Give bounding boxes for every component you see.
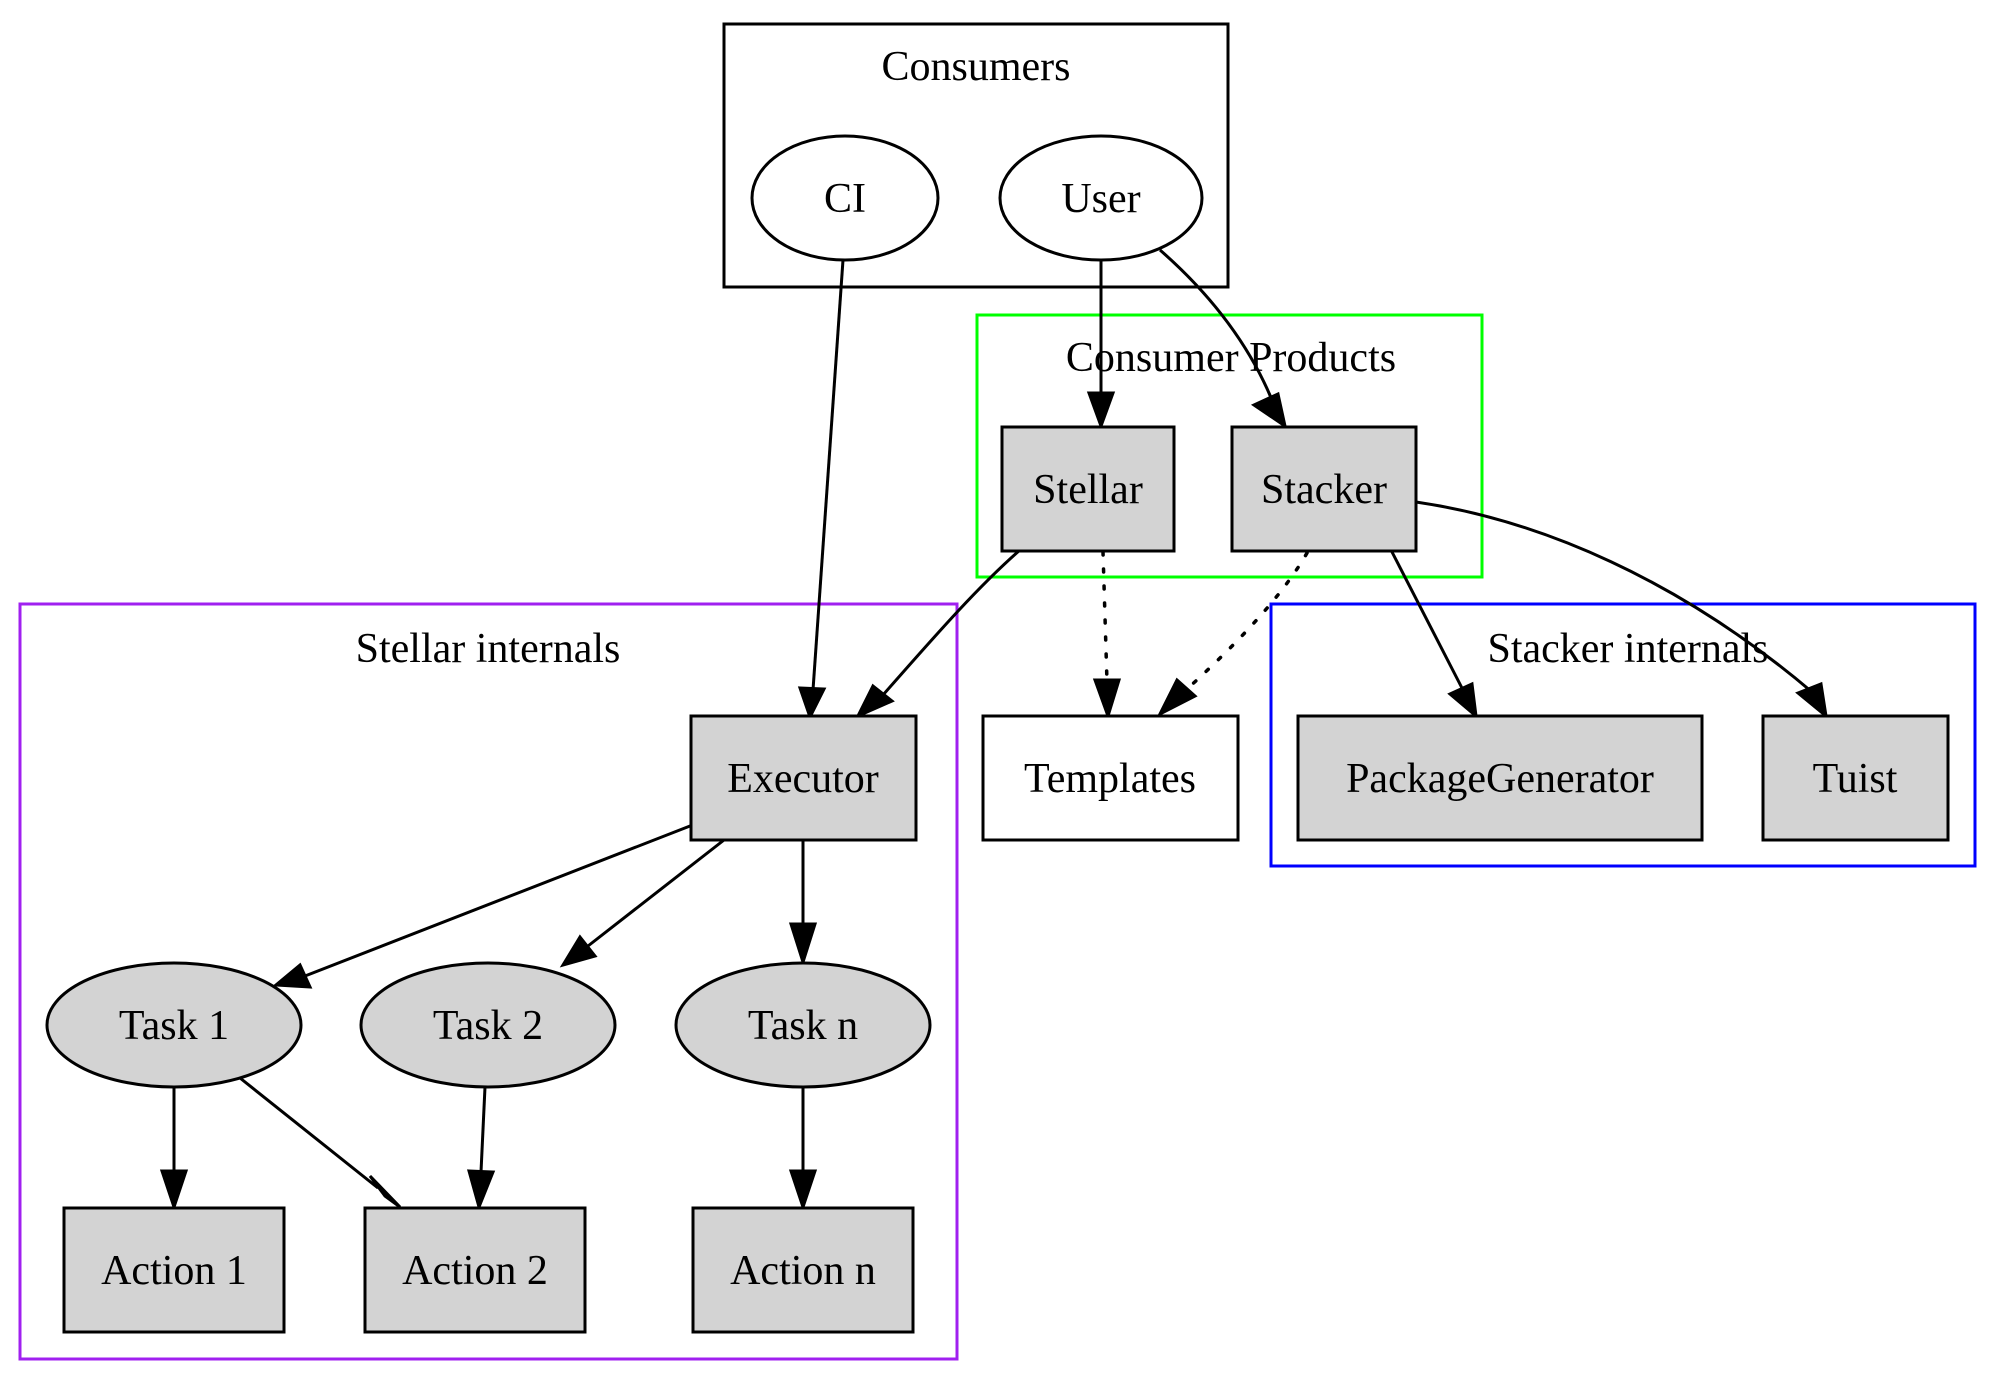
arrowhead-icon <box>1795 681 1829 720</box>
node-stellar[interactable]: Stellar <box>1000 425 1176 553</box>
node-label-action2: Action 2 <box>402 1248 548 1294</box>
node-executor[interactable]: Executor <box>689 714 918 842</box>
node-label-ci: CI <box>824 176 866 222</box>
arrowhead-icon <box>368 1174 402 1209</box>
edge-ci-executor <box>811 259 845 691</box>
arrowhead-icon <box>272 962 313 989</box>
arrowhead-icon <box>1250 391 1288 430</box>
node-action2[interactable]: Action 2 <box>363 1206 587 1334</box>
edge-executor-task1 <box>304 824 691 978</box>
edge-task1-action2 <box>239 1076 379 1190</box>
node-label-taskn: Task n <box>748 1003 858 1049</box>
arrowhead-icon <box>1086 391 1116 431</box>
node-action1[interactable]: Action 1 <box>62 1206 286 1334</box>
arrowhead-icon <box>559 934 598 968</box>
node-label-stacker: Stacker <box>1261 467 1387 513</box>
node-label-templates: Templates <box>1024 756 1196 802</box>
arrowhead-icon <box>788 1169 818 1212</box>
node-label-user: User <box>1061 176 1140 222</box>
arrowhead-icon <box>1092 678 1122 721</box>
cluster-label-stacker-internals: Stacker internals <box>1487 626 1768 672</box>
edge-stacker-templates <box>1184 551 1309 692</box>
edge-stacker-packagegenerator <box>1389 549 1465 691</box>
node-label-stellar: Stellar <box>1033 467 1143 513</box>
node-label-action1: Action 1 <box>101 1248 247 1294</box>
node-package-generator[interactable]: PackageGenerator <box>1296 714 1704 842</box>
node-tuist[interactable]: Tuist <box>1761 714 1950 842</box>
node-task2[interactable]: Task 2 <box>359 961 617 1089</box>
cluster-label-consumer-products: Consumer Products <box>1066 335 1396 381</box>
edge-stellar-executor <box>881 548 1021 696</box>
node-templates[interactable]: Templates <box>981 714 1240 842</box>
node-label-package-generator: PackageGenerator <box>1346 756 1654 802</box>
node-label-tuist: Tuist <box>1813 756 1898 802</box>
node-label-task2: Task 2 <box>433 1003 543 1049</box>
cluster-label-consumers: Consumers <box>882 44 1071 90</box>
node-user[interactable]: User <box>998 134 1204 262</box>
node-label-task1: Task 1 <box>119 1003 229 1049</box>
edge-task2-action2 <box>479 1086 487 1173</box>
node-actionn[interactable]: Action n <box>691 1206 915 1334</box>
arrowhead-icon <box>797 686 827 721</box>
architecture-diagram: Consumers Consumer Products Stellar inte… <box>18 22 1977 1361</box>
edge-stellar-templates <box>1101 550 1109 684</box>
arrowhead-icon <box>1447 681 1478 720</box>
edge-executor-task2 <box>587 838 725 948</box>
cluster-label-stellar-internals: Stellar internals <box>356 626 621 672</box>
node-label-executor: Executor <box>727 756 879 802</box>
arrowhead-icon <box>1156 677 1198 718</box>
node-taskn[interactable]: Task n <box>674 961 932 1089</box>
node-task1[interactable]: Task 1 <box>45 961 303 1089</box>
arrowhead-icon <box>159 1169 189 1212</box>
node-label-actionn: Action n <box>730 1248 876 1294</box>
node-stacker[interactable]: Stacker <box>1230 425 1418 553</box>
arrowhead-icon <box>467 1169 496 1212</box>
arrowhead-icon <box>788 922 818 967</box>
node-ci[interactable]: CI <box>750 134 940 262</box>
